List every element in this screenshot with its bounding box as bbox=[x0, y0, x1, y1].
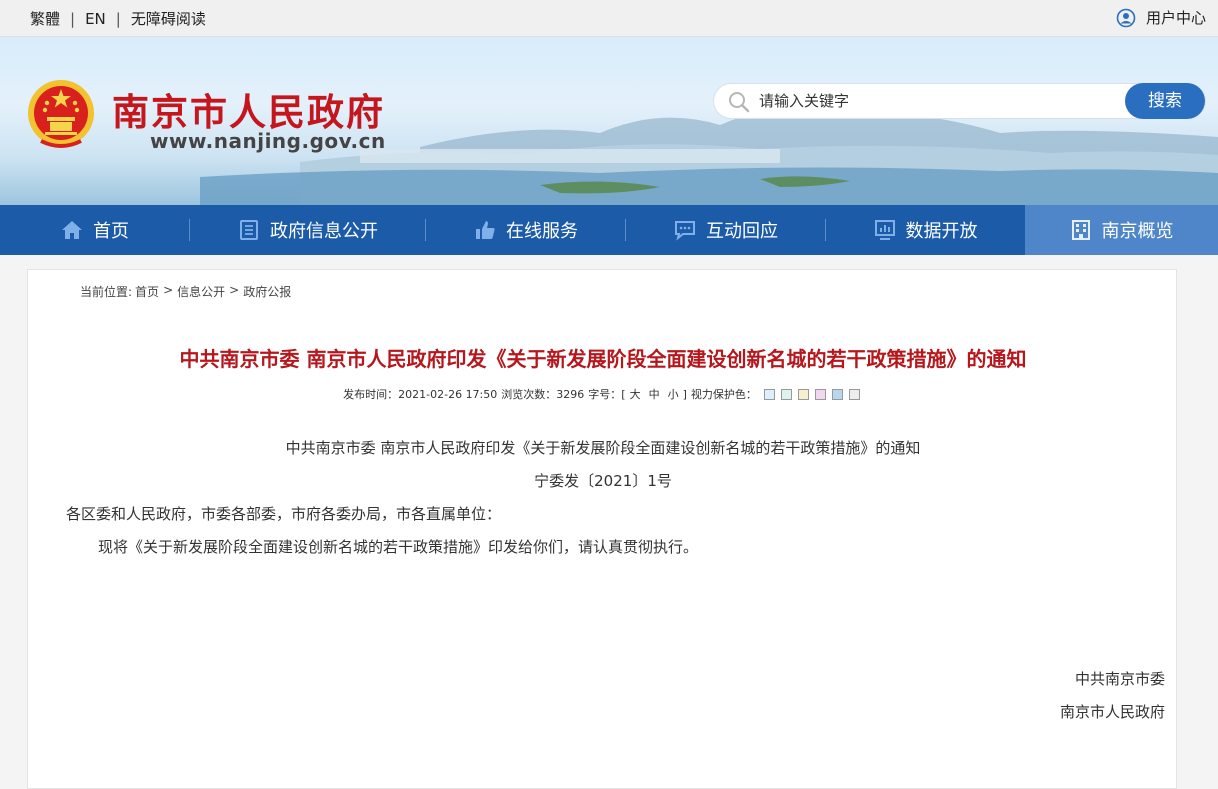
breadcrumb-home[interactable]: 首页 bbox=[135, 283, 159, 300]
document-number: 宁委发〔2021〕1号 bbox=[534, 472, 672, 490]
eye-color-swatch[interactable] bbox=[797, 388, 809, 400]
chat-icon bbox=[675, 221, 695, 241]
nav-item-label: 政府信息公开 bbox=[270, 221, 378, 242]
top-bar: 繁體 | EN | 无障碍阅读 用户中心 bbox=[0, 0, 1218, 37]
document-salutation: 各区委和人民政府，市委各部委，市府各委办局，市各直属单位： bbox=[66, 505, 502, 523]
user-center-link[interactable]: 用户中心 bbox=[1116, 7, 1206, 28]
eye-color-swatch[interactable] bbox=[831, 388, 843, 400]
nav-item-nanjing-overview[interactable]: 南京概览 bbox=[1025, 205, 1218, 255]
article-title: 中共南京市委 南京市人民政府印发《关于新发展阶段全面建设创新名城的若干政策措施》… bbox=[179, 347, 1027, 371]
nav-item-interaction[interactable]: 互动回应 bbox=[626, 205, 826, 255]
font-size-small-button[interactable]: 小 bbox=[668, 386, 679, 402]
national-emblem-icon bbox=[28, 80, 94, 148]
nav-item-label: 数据开放 bbox=[905, 221, 978, 242]
separator: | bbox=[115, 9, 121, 28]
eye-color-swatch[interactable] bbox=[763, 388, 775, 400]
site-title[interactable]: 南京市人民政府 bbox=[112, 82, 385, 136]
eye-color-swatch[interactable] bbox=[780, 388, 792, 400]
nav-item-online-service[interactable]: 在线服务 bbox=[426, 205, 626, 255]
nav-item-label: 互动回应 bbox=[706, 221, 778, 242]
search-icon bbox=[729, 92, 750, 113]
article-panel: 当前位置: 首页 > 信息公开 > 政府公报 中共南京市委 南京市人民政府印发《… bbox=[27, 269, 1177, 789]
font-size-medium-button[interactable]: 中 bbox=[649, 386, 660, 402]
top-links: 繁體 | EN | 无障碍阅读 bbox=[30, 8, 206, 29]
document-heading: 中共南京市委 南京市人民政府印发《关于新发展阶段全面建设创新名城的若干政策措施》… bbox=[285, 439, 921, 457]
search-input[interactable] bbox=[759, 86, 1119, 116]
chart-icon bbox=[874, 220, 895, 240]
breadcrumb: 当前位置: 首页 > 信息公开 > 政府公报 bbox=[80, 283, 294, 300]
accessibility-link[interactable]: 无障碍阅读 bbox=[131, 8, 206, 29]
nav-item-home[interactable]: 首页 bbox=[0, 205, 190, 255]
article-meta: 发布时间：2021-02-26 17:50 浏览次数：3296 字号：[ 大 中… bbox=[28, 386, 1178, 402]
document-body: 现将《关于新发展阶段全面建设创新名城的若干政策措施》印发给你们，请认真贯彻执行。 bbox=[98, 538, 699, 556]
home-icon bbox=[62, 221, 82, 239]
nav-item-label: 南京概览 bbox=[1101, 221, 1174, 242]
lang-en-link[interactable]: EN bbox=[85, 10, 106, 28]
nav-item-gov-info[interactable]: 政府信息公开 bbox=[190, 205, 426, 255]
eye-color-swatch[interactable] bbox=[814, 388, 826, 400]
separator: | bbox=[70, 9, 76, 28]
font-size-close: ] bbox=[682, 387, 687, 401]
view-count: 浏览次数：3296 bbox=[501, 388, 585, 401]
font-size-label: 字号：[ bbox=[588, 388, 626, 401]
breadcrumb-info-public[interactable]: 信息公开 bbox=[177, 283, 225, 300]
lang-traditional-link[interactable]: 繁體 bbox=[30, 8, 60, 29]
breadcrumb-separator: > bbox=[229, 283, 240, 297]
breadcrumb-gazette[interactable]: 政府公报 bbox=[243, 283, 291, 300]
building-icon bbox=[1071, 220, 1090, 240]
nav-item-label: 首页 bbox=[93, 221, 129, 242]
eye-protection-label: 视力保护色： bbox=[690, 388, 757, 401]
user-icon bbox=[1116, 8, 1136, 27]
search-bar: 搜索 bbox=[713, 83, 1206, 119]
header-banner: 南京市人民政府 www.nanjing.gov.cn 搜索 bbox=[0, 37, 1218, 205]
nav-item-label: 在线服务 bbox=[506, 221, 578, 242]
breadcrumb-prefix: 当前位置: bbox=[80, 285, 133, 299]
breadcrumb-separator: > bbox=[163, 283, 174, 297]
eye-color-swatch[interactable] bbox=[848, 388, 860, 400]
signature-party-committee: 中共南京市委 bbox=[1074, 670, 1165, 688]
nav-item-open-data[interactable]: 数据开放 bbox=[826, 205, 1025, 255]
font-size-large-button[interactable]: 大 bbox=[630, 386, 641, 402]
site-url: www.nanjing.gov.cn bbox=[150, 129, 386, 153]
main-nav: 首页 政府信息公开 在线服务 互动回应 数据开放 南京概览 bbox=[0, 205, 1218, 255]
user-center-label: 用户中心 bbox=[1145, 9, 1206, 27]
thumbs-up-icon bbox=[476, 221, 495, 239]
document-icon bbox=[240, 220, 258, 240]
publish-time: 发布时间：2021-02-26 17:50 bbox=[343, 388, 498, 401]
signature-government: 南京市人民政府 bbox=[1059, 703, 1165, 721]
search-button[interactable]: 搜索 bbox=[1125, 83, 1205, 119]
